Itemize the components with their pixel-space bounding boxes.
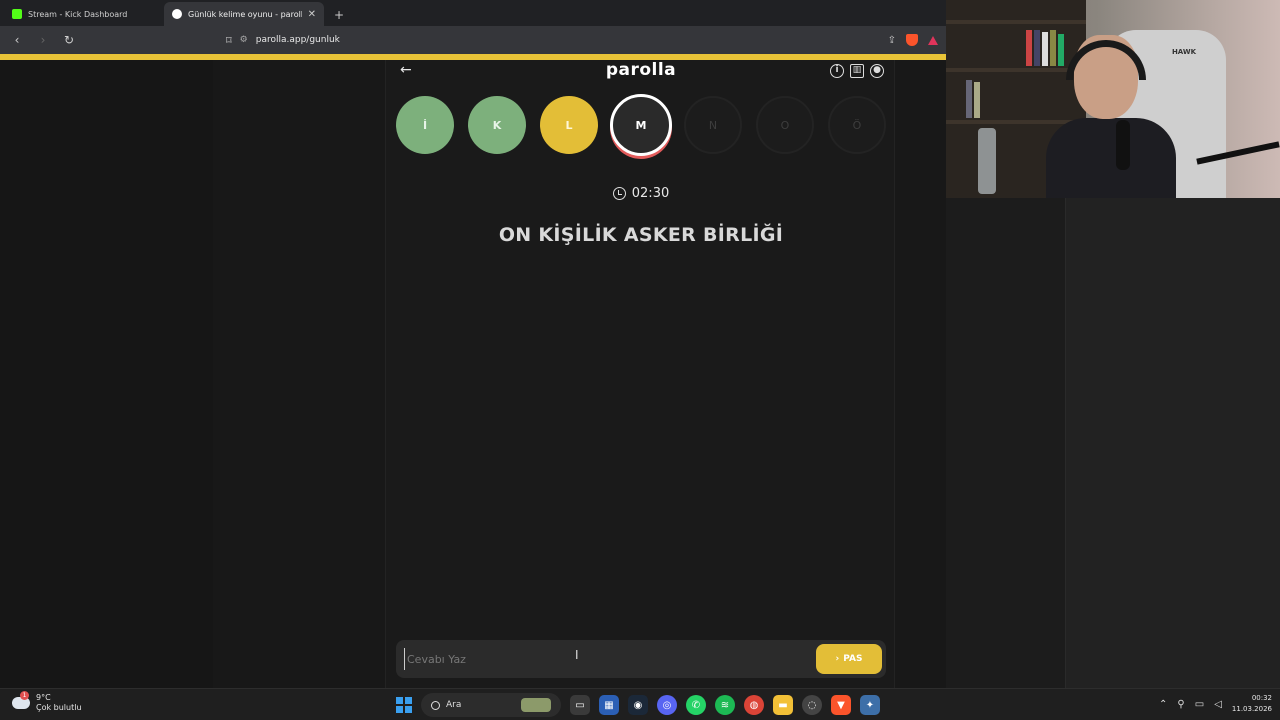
bookmark-icon[interactable]: ⌑ (226, 34, 232, 47)
water-bottle (978, 128, 996, 194)
game-panel: ← parolla i ▥ ● İ K L M N O Ö 02:30 ON K… (385, 60, 895, 688)
letter-circle: N (684, 96, 742, 154)
weather-widget[interactable]: 1 9°C Çok bulutlu (12, 691, 82, 713)
taskbar-apps: Ara ▭ ▦ ◉ ◎ ✆ ≋ ◍ ▬ ◌ ▼ ✦ (396, 693, 880, 717)
url-text: parolla.app/gunluk (255, 35, 340, 45)
letter-circle-active: M (610, 94, 672, 156)
answer-input[interactable] (404, 648, 804, 670)
close-tab-icon[interactable]: ✕ (308, 9, 316, 20)
tab-title: Günlük kelime oyunu - parolla - (188, 9, 302, 19)
store-icon[interactable]: ▦ (599, 695, 619, 715)
file-explorer-icon[interactable]: ▬ (773, 695, 793, 715)
clock-icon (612, 187, 626, 200)
tab-title: Stream - Kick Dashboard (28, 9, 128, 19)
windows-start-icon[interactable] (396, 697, 412, 713)
parolla-logo: parolla (605, 60, 677, 80)
search-label: Ara (446, 700, 462, 710)
tab-kick-dashboard[interactable]: Stream - Kick Dashboard (4, 2, 164, 26)
spotify-icon[interactable]: ≋ (715, 695, 735, 715)
answer-bar: › PAS (396, 640, 886, 678)
task-view-icon[interactable]: ▭ (570, 695, 590, 715)
game-header: ← parolla i ▥ ● (386, 60, 896, 84)
site-settings-icon[interactable]: ⚙ (240, 35, 248, 45)
screen: Stream - Kick Dashboard Günlük kelime oy… (0, 0, 1280, 720)
desktop-panel (946, 198, 1066, 688)
desktop-area (946, 198, 1280, 688)
network-icon[interactable]: ▭ (1195, 699, 1204, 710)
search-icon (431, 700, 440, 710)
stats-icon[interactable]: ▥ (850, 64, 864, 78)
kick-icon (12, 9, 22, 19)
chair-brand: HAWK (1171, 48, 1197, 56)
url-field[interactable]: ⌑ ⚙ parolla.app/gunluk (226, 29, 880, 51)
weather-badge: 1 (20, 691, 29, 700)
timer: 02:30 (386, 186, 896, 201)
back-arrow-icon[interactable]: ‹ (8, 33, 26, 47)
taskbar-search[interactable]: Ara (421, 693, 561, 717)
microphone (1116, 120, 1130, 170)
discord-icon[interactable]: ◎ (657, 695, 677, 715)
brave-shield-icon[interactable] (906, 34, 918, 46)
question-text: ON KİŞİLİK ASKER BİRLİĞİ (498, 224, 784, 246)
steam-icon[interactable]: ◉ (628, 695, 648, 715)
pass-button[interactable]: › PAS (816, 644, 882, 674)
webcam-feed: HAWK (946, 0, 1280, 198)
chevron-up-icon[interactable]: ⌃ (1159, 699, 1167, 710)
whatsapp-icon[interactable]: ✆ (686, 695, 706, 715)
letter-track: İ K L M N O Ö (396, 94, 886, 158)
weather-desc: Çok bulutlu (36, 703, 82, 712)
info-icon[interactable]: i (830, 64, 844, 78)
settings-app-icon[interactable]: ✦ (860, 695, 880, 715)
forward-arrow-icon[interactable]: › (34, 33, 52, 47)
new-tab-button[interactable]: + (324, 8, 354, 26)
share-icon[interactable]: ⇪ (888, 35, 896, 46)
header-icons: i ▥ ● (830, 64, 884, 78)
search-highlight-image (521, 698, 551, 712)
letter-circle: Ö (828, 96, 886, 154)
tab-bar: Stream - Kick Dashboard Günlük kelime oy… (0, 0, 946, 26)
volume-icon[interactable]: ◁ (1214, 699, 1222, 710)
clock-time: 00:32 (1251, 694, 1272, 702)
chevron-right-icon: › (835, 654, 840, 664)
streamer-body (1046, 118, 1176, 198)
address-bar: ‹ › ↻ ⌑ ⚙ parolla.app/gunluk ⇪ (0, 26, 946, 54)
browser-actions: ⇪ (888, 34, 938, 46)
letter-circle: K (468, 96, 526, 154)
page-content: ← parolla i ▥ ● İ K L M N O Ö 02:30 ON K… (0, 60, 946, 688)
letter-circle: O (756, 96, 814, 154)
app-icon[interactable]: ◌ (802, 695, 822, 715)
letter-circle: İ (396, 96, 454, 154)
text-cursor-icon: I (575, 648, 579, 662)
letter-circle: L (540, 96, 598, 154)
pass-label: PAS (843, 654, 863, 664)
microphone-icon[interactable]: ⚲ (1177, 699, 1184, 710)
system-tray: ⌃ ⚲ ▭ ◁ 00:32 11.03.2026 (1159, 693, 1272, 715)
system-clock[interactable]: 00:32 11.03.2026 (1232, 693, 1272, 715)
clock-date: 11.03.2026 (1231, 705, 1272, 713)
weather-temp: 9°C (36, 693, 51, 702)
parolla-favicon-icon (172, 9, 182, 19)
brave-rewards-icon[interactable] (928, 35, 938, 45)
taskbar: 1 9°C Çok bulutlu Ara ▭ ▦ ◉ ◎ ✆ ≋ ◍ ▬ ◌ … (0, 688, 1280, 720)
tab-parolla[interactable]: Günlük kelime oyunu - parolla - ✕ (164, 2, 324, 26)
left-margin (0, 60, 213, 688)
brave-browser-icon[interactable]: ▼ (831, 695, 851, 715)
reload-icon[interactable]: ↻ (60, 33, 78, 47)
profile-icon[interactable]: ● (870, 64, 884, 78)
chrome-icon[interactable]: ◍ (744, 695, 764, 715)
timer-value: 02:30 (631, 186, 670, 201)
cloud-icon: 1 (12, 691, 30, 709)
weather-text: 9°C Çok bulutlu (36, 693, 82, 713)
